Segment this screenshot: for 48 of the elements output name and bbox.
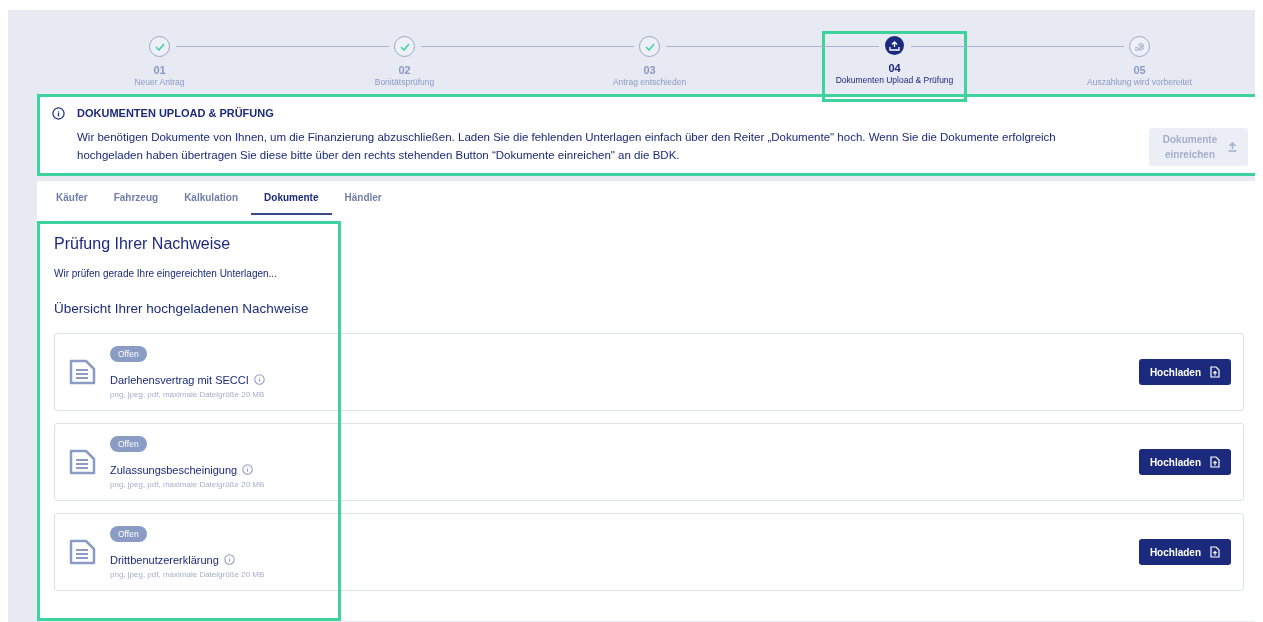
status-badge: Offen xyxy=(110,345,147,362)
banner-text: Wir benötigen Dokumente von Ihnen, um die Finanzierung abzuschließen. Laden Sie die fehlenden Unterlagen einfach über den Reiter „Dokumente" hoch. Wenn Sie die Dokumente erfolgreich hochgeladen haben übertragen Sie diese bitte über den rechts stehenden Button “Dokumente einreichen" an die BDK. xyxy=(77,130,1057,163)
tab[interactable]: Dokumente xyxy=(251,181,332,215)
status-badge: Offen xyxy=(110,525,147,542)
info-icon xyxy=(253,374,265,385)
step-number: 05 xyxy=(1133,64,1146,76)
file-upload-icon xyxy=(1210,456,1220,468)
check-icon xyxy=(154,42,165,51)
document-name: Drittbenutzererklärung xyxy=(110,553,219,566)
step-label: Auszahlung wird vorbereitet xyxy=(1087,77,1192,87)
info-icon xyxy=(52,107,65,120)
check-icon xyxy=(399,42,410,51)
upload-button[interactable]: Hochladen xyxy=(1138,539,1231,565)
section-subtitle: Übersicht Ihrer hochgeladenen Nachweise xyxy=(54,301,310,316)
step-number: 04 xyxy=(888,62,901,74)
step-number: 01 xyxy=(153,64,166,76)
upload-button[interactable]: Hochladen xyxy=(1138,449,1231,475)
file-hint: png, jpeg, pdf, maximale Dateigröße 20 MB xyxy=(110,569,265,579)
document-icon xyxy=(69,359,96,385)
step-number: 03 xyxy=(643,64,656,76)
upload-icon xyxy=(1228,142,1237,152)
banner-title: DOKUMENTEN UPLOAD & PRÜFUNG xyxy=(77,107,275,119)
step-label: Neuer Antrag xyxy=(134,77,185,87)
tab[interactable]: Fahrzeug xyxy=(100,181,172,215)
step-number: 02 xyxy=(398,64,411,76)
step-label: Antrag entschieden xyxy=(612,77,687,87)
info-icon xyxy=(223,554,235,565)
file-hint: png, jpeg, pdf, maximale Dateigröße 20 MB xyxy=(110,389,265,399)
document-name: Zulassungsbescheinigung xyxy=(110,463,238,476)
file-hint: png, jpeg, pdf, maximale Dateigröße 20 MB xyxy=(110,479,265,489)
check-icon xyxy=(644,42,655,51)
document-icon xyxy=(69,539,96,565)
file-upload-icon xyxy=(1210,366,1220,378)
info-icon xyxy=(242,464,254,475)
tab[interactable]: Kalkulation xyxy=(171,181,252,215)
status-text: Wir prüfen gerade Ihre eingereichten Unterlagen... xyxy=(54,268,278,279)
file-upload-icon xyxy=(1210,546,1220,558)
upload-icon xyxy=(889,40,900,51)
upload-button[interactable]: Hochladen xyxy=(1138,359,1231,385)
tab[interactable]: Käufer xyxy=(43,181,101,215)
status-badge: Offen xyxy=(110,435,147,452)
step-label: Dokumenten Upload & Prüfung xyxy=(835,75,954,85)
document-icon xyxy=(69,449,96,475)
section-title: Prüfung Ihrer Nachweise xyxy=(54,235,232,253)
tab[interactable]: Händler xyxy=(331,181,395,215)
hand-coin-icon xyxy=(1134,42,1145,51)
step-label: Bonitätsprüfung xyxy=(374,77,435,87)
document-name: Darlehensvertrag mit SECCI xyxy=(110,373,249,386)
